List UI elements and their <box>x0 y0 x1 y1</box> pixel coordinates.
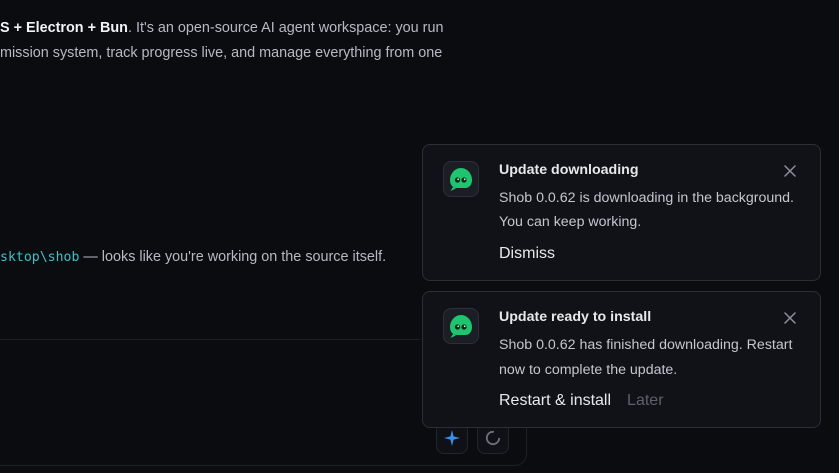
toast-title: Update downloading <box>499 162 639 178</box>
update-ready-toast: Update ready to install Shob 0.0.62 has … <box>422 291 821 428</box>
shob-logo-icon <box>443 308 479 344</box>
chat-text: — looks like you're working on the sourc… <box>79 249 387 265</box>
close-icon <box>784 312 796 324</box>
restart-install-button[interactable]: Restart & install <box>499 392 611 410</box>
chat-strong-text: S + Electron + Bun <box>0 20 128 36</box>
chat-text: . It's an open-source AI agent workspace… <box>127 20 444 36</box>
toast-message: Shob 0.0.62 is downloading in the backgr… <box>499 190 795 230</box>
close-icon <box>784 165 796 177</box>
toast-actions: Dismiss <box>499 245 555 263</box>
shob-logo-icon <box>443 161 479 197</box>
chat-message-line: S + Electron + Bun. It's an open-source … <box>0 18 443 38</box>
code-path: sktop\shob <box>0 250 80 265</box>
toast-title: Update ready to install <box>499 309 652 325</box>
chat-message-line: sktop\shob — looks like you're working o… <box>0 247 386 268</box>
toast-message: Shob 0.0.62 has finished downloading. Re… <box>499 337 793 378</box>
app-window: S + Electron + Bun. It's an open-source … <box>0 0 839 473</box>
dismiss-button[interactable]: Dismiss <box>499 245 555 263</box>
close-button[interactable] <box>782 163 798 179</box>
toast-actions: Restart & install Later <box>499 392 664 410</box>
later-button[interactable]: Later <box>627 392 663 410</box>
chat-message-line: mission system, track progress live, and… <box>0 45 443 61</box>
close-button[interactable] <box>782 310 798 326</box>
update-downloading-toast: Update downloading Shob 0.0.62 is downlo… <box>422 144 821 281</box>
loop-icon <box>485 430 501 446</box>
sparkle-icon <box>444 430 460 446</box>
